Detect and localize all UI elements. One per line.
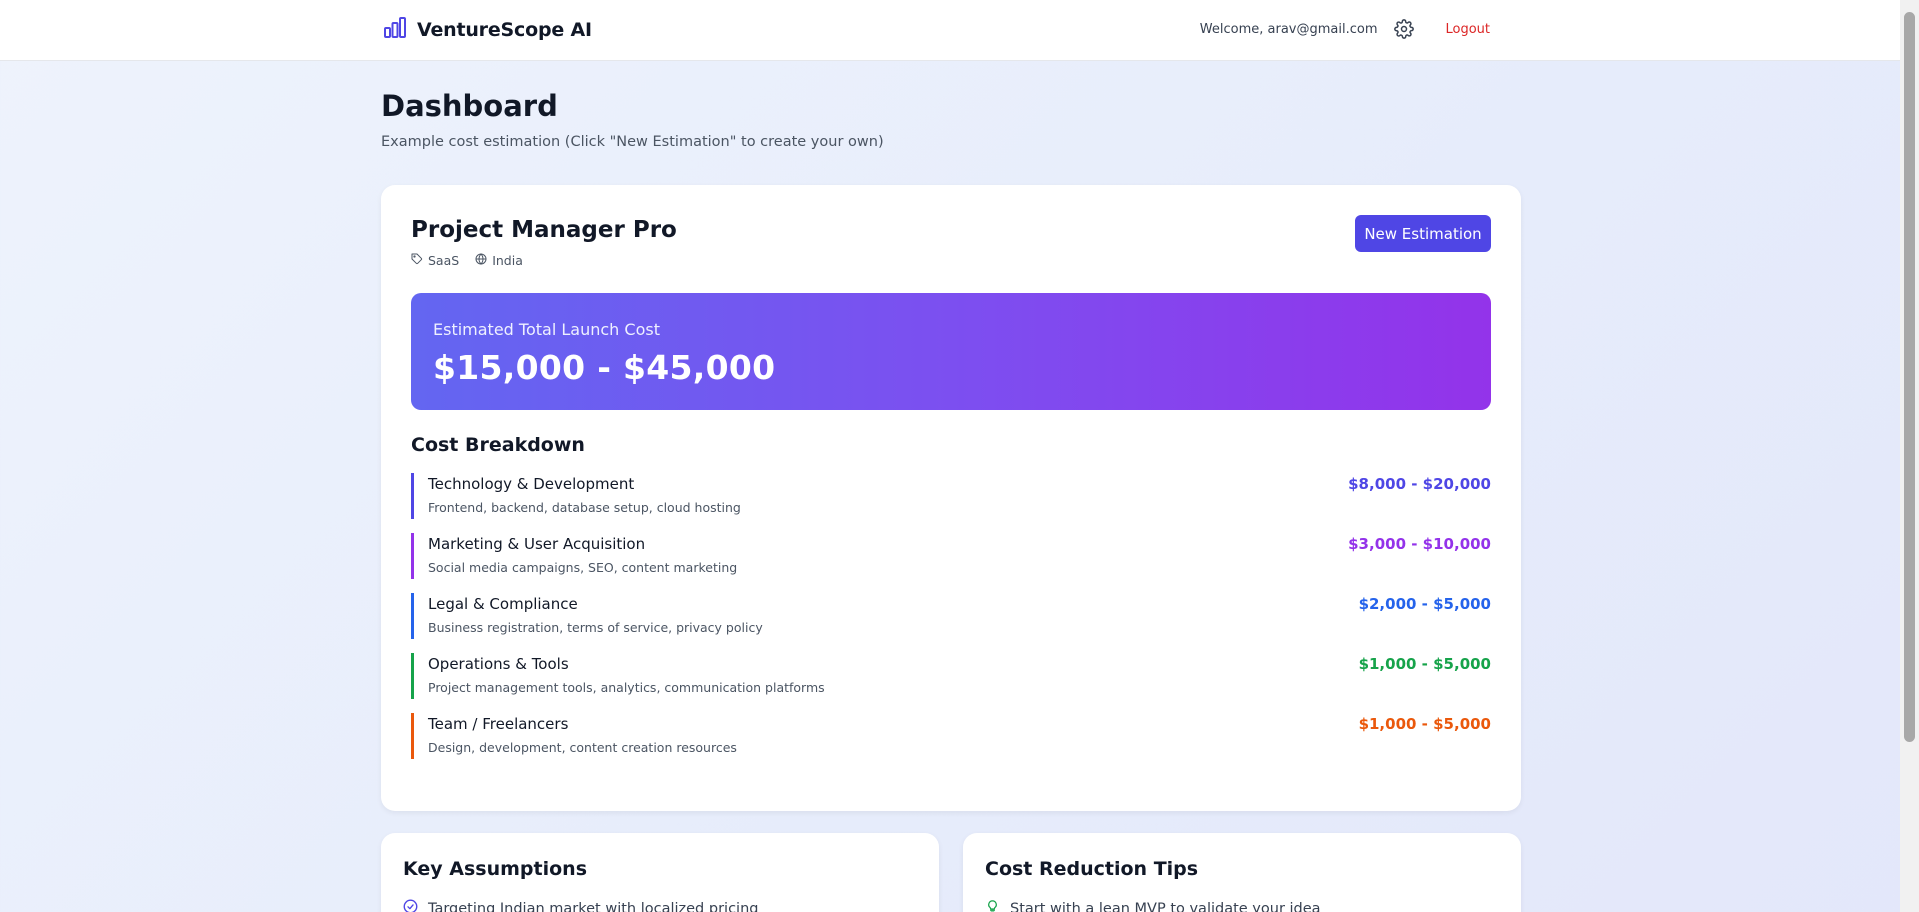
breakdown-item-amount: $2,000 - $5,000	[1358, 595, 1491, 613]
breakdown-item: Operations & Tools Project management to…	[411, 653, 1491, 699]
tip-item: Start with a lean MVP to validate your i…	[985, 899, 1321, 912]
vertical-scrollbar[interactable]	[1900, 0, 1919, 912]
breakdown-item-amount: $1,000 - $5,000	[1358, 655, 1491, 673]
breakdown-item-amount: $8,000 - $20,000	[1348, 475, 1491, 493]
breakdown-item-amount: $1,000 - $5,000	[1358, 715, 1491, 733]
breakdown-item-name: Team / Freelancers	[428, 715, 569, 733]
project-title: Project Manager Pro	[411, 217, 677, 243]
breakdown-item-desc: Design, development, content creation re…	[428, 740, 737, 755]
breakdown-item-amount: $3,000 - $10,000	[1348, 535, 1491, 553]
breakdown-item: Technology & Development Frontend, backe…	[411, 473, 1491, 519]
breakdown-item: Legal & Compliance Business registration…	[411, 593, 1491, 639]
project-tags: SaaS India	[411, 253, 523, 268]
category-label: SaaS	[428, 253, 460, 268]
breakdown-item: Team / Freelancers Design, development, …	[411, 713, 1491, 759]
category-tag: SaaS	[411, 253, 459, 268]
brand-name: VentureScope AI	[417, 19, 592, 41]
total-cost-banner: Estimated Total Launch Cost $15,000 - $4…	[411, 293, 1491, 410]
gear-icon[interactable]	[1393, 18, 1415, 40]
assumption-text: Targeting Indian market with localized p…	[428, 900, 759, 912]
breakdown-item-desc: Social media campaigns, SEO, content mar…	[428, 560, 738, 575]
breakdown-item-name: Legal & Compliance	[428, 595, 578, 613]
welcome-text: Welcome, arav@gmail.com	[1199, 21, 1378, 37]
estimation-card: Project Manager Pro SaaS India New Estim…	[381, 185, 1521, 811]
cost-breakdown-title: Cost Breakdown	[411, 434, 585, 456]
top-navbar: VentureScope AI Welcome, arav@gmail.com …	[0, 0, 1900, 61]
market-label: India	[492, 253, 523, 268]
total-cost-value: $15,000 - $45,000	[433, 348, 776, 387]
cost-breakdown-list: Technology & Development Frontend, backe…	[411, 473, 1491, 773]
breakdown-item-name: Marketing & User Acquisition	[428, 535, 646, 553]
assumption-item: Targeting Indian market with localized p…	[403, 899, 758, 912]
breakdown-item: Marketing & User Acquisition Social medi…	[411, 533, 1491, 579]
key-assumptions-card: Key Assumptions Targeting Indian market …	[381, 833, 939, 912]
new-estimation-button[interactable]: New Estimation	[1355, 215, 1491, 252]
page-subtitle: Example cost estimation (Click "New Esti…	[381, 134, 884, 150]
key-assumptions-title: Key Assumptions	[403, 858, 588, 880]
breakdown-item-name: Technology & Development	[428, 475, 635, 493]
lightbulb-icon	[985, 899, 1000, 912]
globe-icon	[475, 253, 487, 268]
tag-icon	[411, 253, 423, 268]
bar-chart-icon	[383, 16, 407, 44]
cost-reduction-tips-title: Cost Reduction Tips	[985, 858, 1199, 880]
tip-text: Start with a lean MVP to validate your i…	[1010, 900, 1321, 912]
breakdown-item-desc: Frontend, backend, database setup, cloud…	[428, 500, 741, 515]
logout-link[interactable]: Logout	[1445, 22, 1490, 37]
breakdown-item-name: Operations & Tools	[428, 655, 569, 673]
brand[interactable]: VentureScope AI	[383, 16, 592, 44]
user-area: Welcome, arav@gmail.com Logout	[1200, 18, 1490, 40]
breakdown-item-desc: Project management tools, analytics, com…	[428, 680, 825, 695]
page-title: Dashboard	[381, 89, 558, 123]
market-tag: India	[475, 253, 523, 268]
breakdown-item-desc: Business registration, terms of service,…	[428, 620, 763, 635]
check-circle-icon	[403, 899, 418, 912]
scrollbar-thumb[interactable]	[1904, 12, 1915, 742]
cost-reduction-tips-card: Cost Reduction Tips Start with a lean MV…	[963, 833, 1521, 912]
total-cost-label: Estimated Total Launch Cost	[433, 320, 660, 339]
